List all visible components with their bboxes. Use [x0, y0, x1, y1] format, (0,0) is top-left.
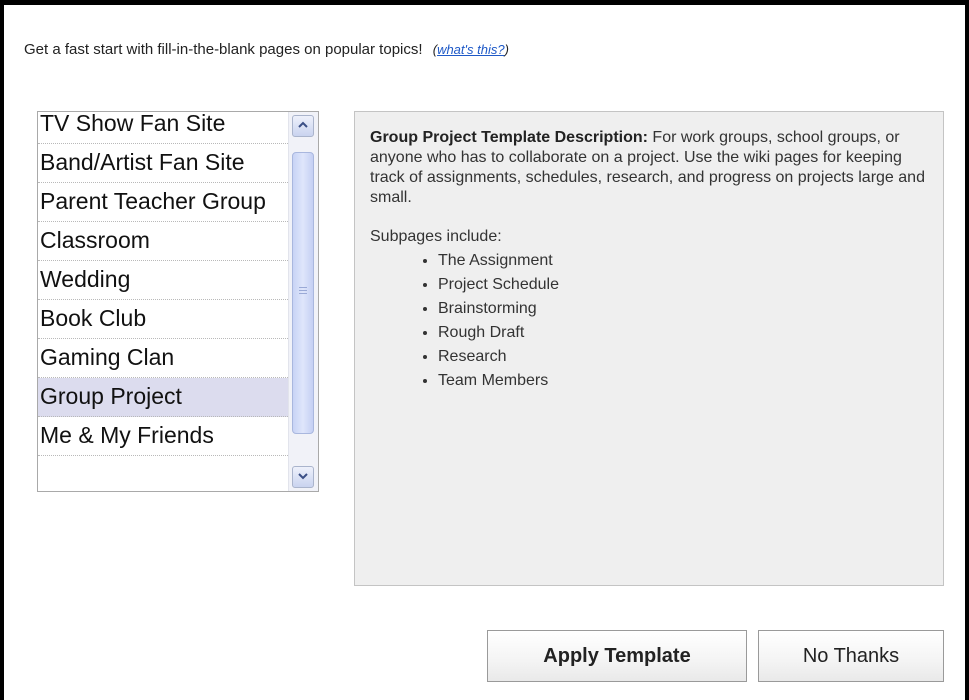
description-heading: Group Project Template Description: — [370, 129, 648, 146]
description-text: Group Project Template Description: For … — [370, 128, 928, 208]
list-item-classroom[interactable]: Classroom — [38, 222, 290, 261]
subpage-item: The Assignment — [438, 251, 928, 271]
template-list: TV Show Fan Site Band/Artist Fan Site Pa… — [38, 112, 290, 456]
whats-this-link[interactable]: what's this? — [437, 42, 505, 57]
list-scrollbar[interactable] — [288, 112, 318, 491]
no-thanks-button[interactable]: No Thanks — [758, 630, 944, 682]
grip-icon — [299, 287, 307, 297]
intro-line: Get a fast start with fill-in-the-blank … — [24, 41, 509, 58]
scroll-down-button[interactable] — [292, 466, 314, 488]
subpages-list: The Assignment Project Schedule Brainsto… — [370, 251, 928, 391]
scroll-up-button[interactable] — [292, 115, 314, 137]
intro-text: Get a fast start with fill-in-the-blank … — [24, 41, 423, 58]
template-dialog: Get a fast start with fill-in-the-blank … — [0, 0, 969, 700]
template-description-panel: Group Project Template Description: For … — [354, 111, 944, 586]
whats-this-wrapper: (what's this?) — [433, 42, 509, 57]
paren-close: ) — [504, 42, 509, 57]
list-item-gaming-clan[interactable]: Gaming Clan — [38, 339, 290, 378]
subpage-item: Project Schedule — [438, 275, 928, 295]
chevron-down-icon — [298, 473, 308, 480]
scroll-thumb[interactable] — [292, 152, 314, 434]
apply-template-button[interactable]: Apply Template — [487, 630, 747, 682]
list-item-book-club[interactable]: Book Club — [38, 300, 290, 339]
list-item-tv-show-fan-site[interactable]: TV Show Fan Site — [38, 112, 290, 144]
subpages-label: Subpages include: — [370, 228, 502, 245]
chevron-up-icon — [298, 121, 308, 128]
list-item-group-project[interactable]: Group Project — [38, 378, 290, 417]
subpage-item: Research — [438, 347, 928, 367]
template-listbox[interactable]: TV Show Fan Site Band/Artist Fan Site Pa… — [37, 111, 319, 492]
list-item-wedding[interactable]: Wedding — [38, 261, 290, 300]
subpage-item: Team Members — [438, 371, 928, 391]
list-item-band-artist-fan-site[interactable]: Band/Artist Fan Site — [38, 144, 290, 183]
subpage-item: Brainstorming — [438, 299, 928, 319]
list-item-me-and-my-friends[interactable]: Me & My Friends — [38, 417, 290, 456]
subpage-item: Rough Draft — [438, 323, 928, 343]
list-item-parent-teacher-group[interactable]: Parent Teacher Group — [38, 183, 290, 222]
